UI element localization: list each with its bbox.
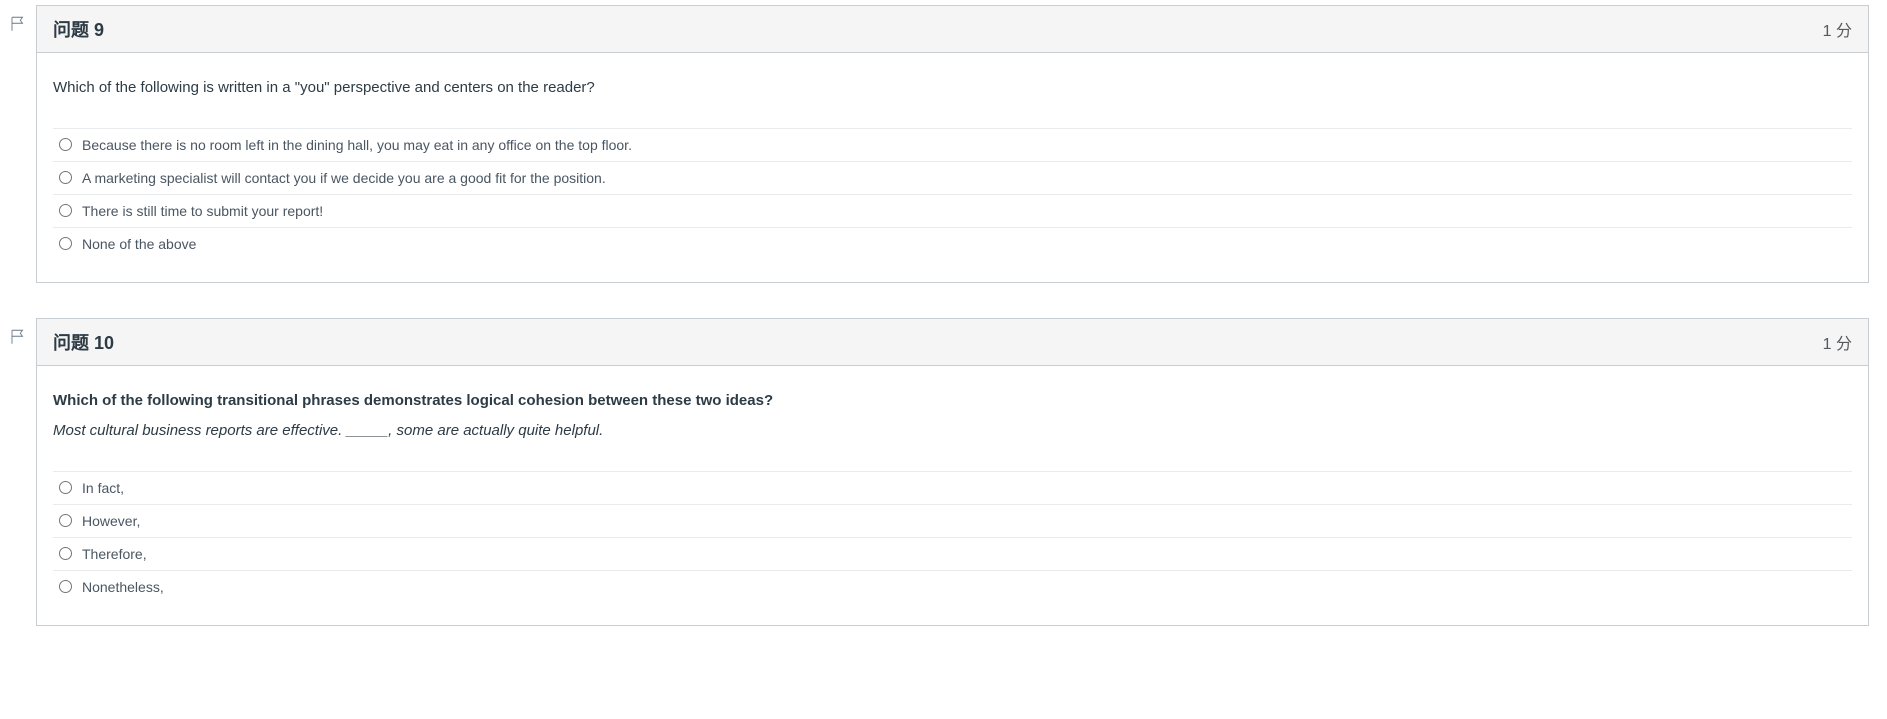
question-card: 问题 10 1 分 Which of the following transit…	[36, 318, 1869, 626]
answer-row[interactable]: Therefore,	[53, 538, 1852, 571]
answer-label: In fact,	[82, 480, 1842, 496]
answer-radio[interactable]	[59, 580, 72, 593]
answer-radio[interactable]	[59, 481, 72, 494]
answer-row[interactable]: There is still time to submit your repor…	[53, 195, 1852, 228]
answer-radio[interactable]	[59, 204, 72, 217]
answer-label: Therefore,	[82, 546, 1842, 562]
question-prompt: Which of the following transitional phra…	[53, 390, 1852, 413]
answer-radio[interactable]	[59, 171, 72, 184]
question-header: 问题 10 1 分	[37, 319, 1868, 366]
answer-radio[interactable]	[59, 237, 72, 250]
answer-list: Because there is no room left in the din…	[53, 128, 1852, 260]
question-subtext: Most cultural business reports are effec…	[53, 420, 1852, 443]
answer-row[interactable]: A marketing specialist will contact you …	[53, 162, 1852, 195]
question-block: 问题 9 1 分 Which of the following is writt…	[0, 5, 1887, 283]
question-points: 1 分	[1823, 330, 1852, 354]
question-prompt: Which of the following is written in a "…	[53, 77, 1852, 100]
flag-column	[0, 5, 36, 283]
answer-label: However,	[82, 513, 1842, 529]
answer-label: There is still time to submit your repor…	[82, 203, 1842, 219]
question-title: 问题 10	[53, 329, 114, 355]
answer-row[interactable]: In fact,	[53, 472, 1852, 505]
question-points: 1 分	[1823, 17, 1852, 41]
answer-label: Because there is no room left in the din…	[82, 137, 1842, 153]
flag-column	[0, 318, 36, 626]
answer-radio[interactable]	[59, 514, 72, 527]
flag-icon[interactable]	[9, 15, 27, 33]
answer-row[interactable]: However,	[53, 505, 1852, 538]
question-header: 问题 9 1 分	[37, 6, 1868, 53]
answer-row[interactable]: Because there is no room left in the din…	[53, 129, 1852, 162]
flag-icon[interactable]	[9, 328, 27, 346]
question-card: 问题 9 1 分 Which of the following is writt…	[36, 5, 1869, 283]
answer-radio[interactable]	[59, 547, 72, 560]
answer-row[interactable]: None of the above	[53, 228, 1852, 260]
answer-row[interactable]: Nonetheless,	[53, 571, 1852, 603]
answer-label: Nonetheless,	[82, 579, 1842, 595]
answer-label: None of the above	[82, 236, 1842, 252]
question-body: Which of the following transitional phra…	[37, 366, 1868, 625]
answer-radio[interactable]	[59, 138, 72, 151]
answer-list: In fact, However, Therefore, Nonetheless…	[53, 471, 1852, 603]
answer-label: A marketing specialist will contact you …	[82, 170, 1842, 186]
question-block: 问题 10 1 分 Which of the following transit…	[0, 318, 1887, 626]
question-title: 问题 9	[53, 16, 104, 42]
question-body: Which of the following is written in a "…	[37, 53, 1868, 282]
